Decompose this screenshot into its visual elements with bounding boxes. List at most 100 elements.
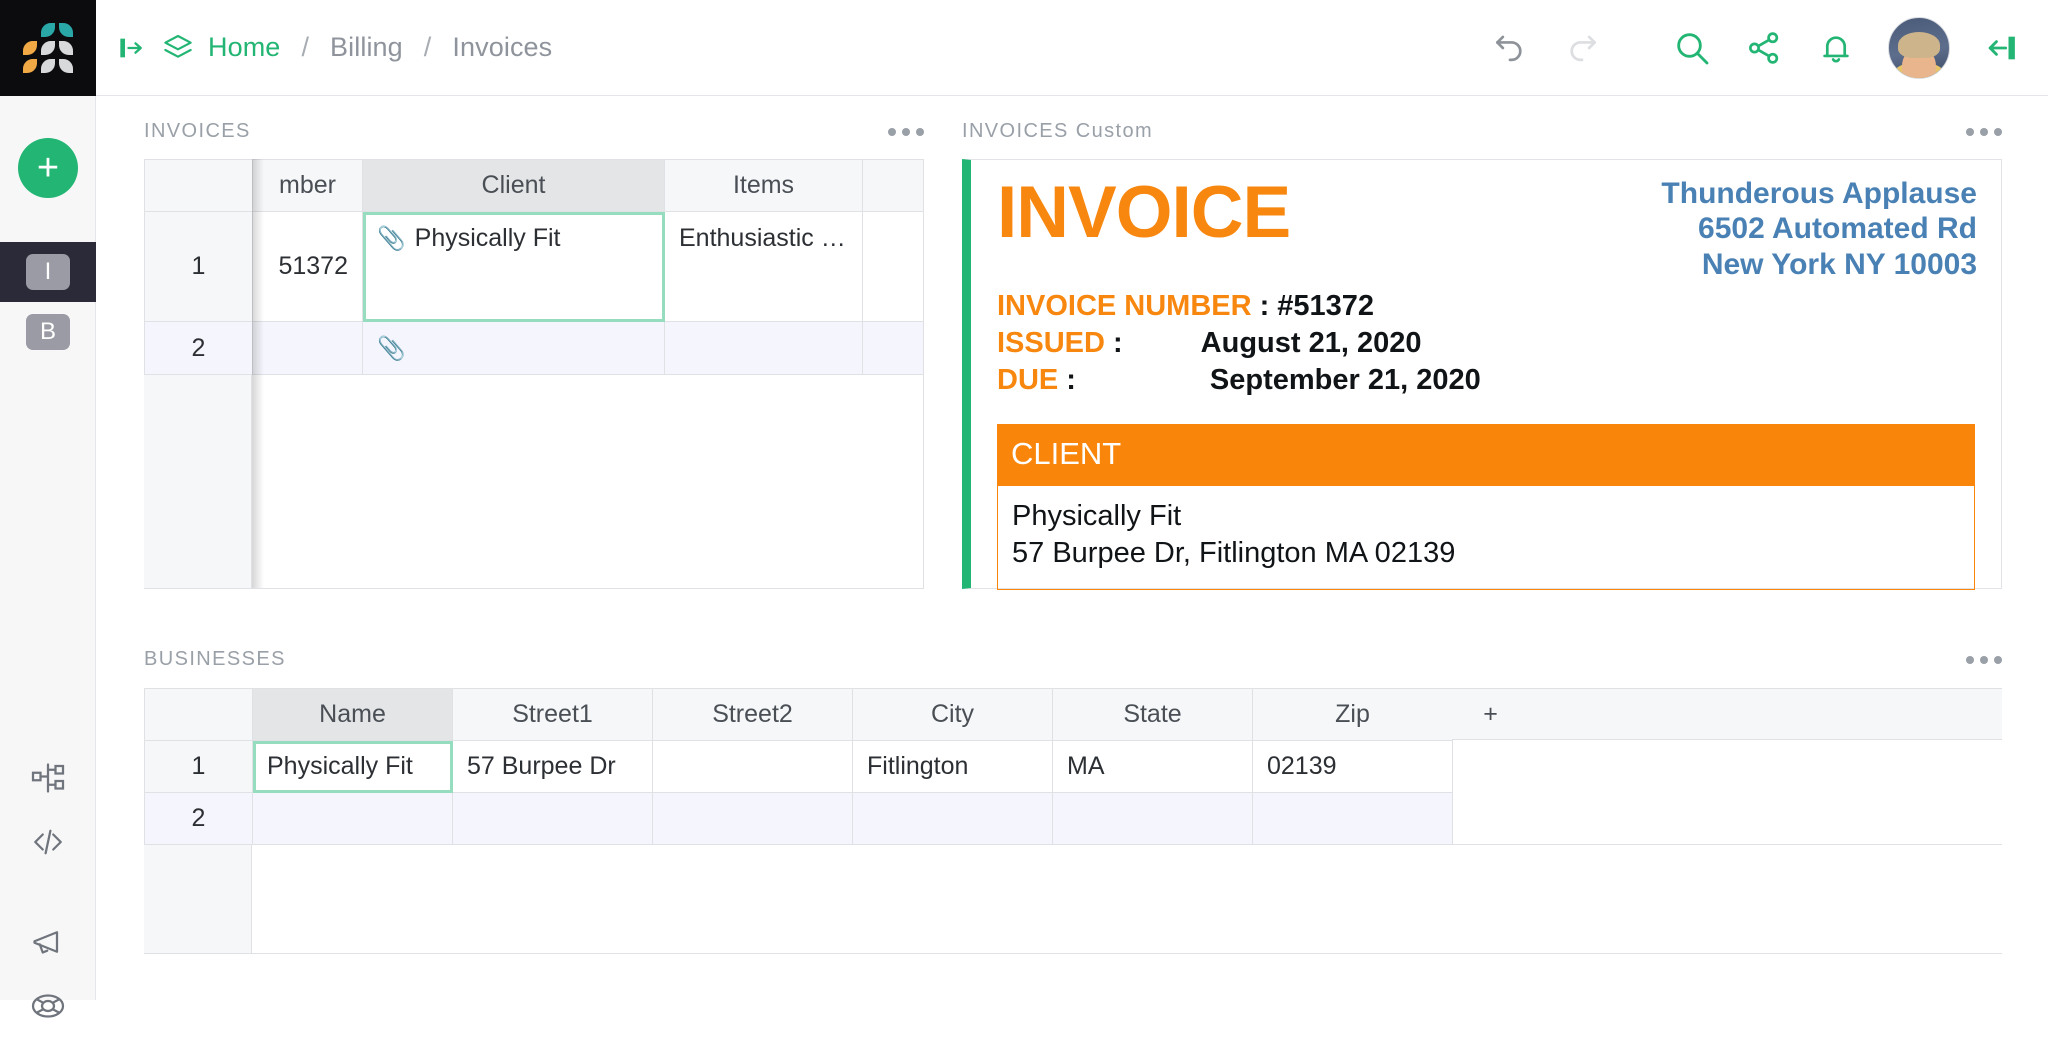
- businesses-col-zip[interactable]: Zip: [1253, 689, 1453, 741]
- invoices-row-1-number[interactable]: 51372: [253, 212, 363, 322]
- breadcrumb-home[interactable]: Home: [208, 32, 280, 63]
- businesses-row-1-city[interactable]: Fitlington: [853, 741, 1053, 793]
- invoices-col-number[interactable]: mber: [253, 160, 363, 212]
- invoices-row-1-number-gutter[interactable]: 1: [145, 212, 253, 322]
- businesses-panel-title: BUSINESSES: [144, 648, 286, 671]
- invoices-row-2-number[interactable]: [253, 322, 363, 375]
- expand-panel-icon[interactable]: [118, 34, 148, 62]
- businesses-row-1-name[interactable]: Physically Fit: [253, 741, 453, 793]
- invoices-col-items[interactable]: Items: [665, 160, 863, 212]
- businesses-row-1-street2[interactable]: [653, 741, 853, 793]
- invoices-row-1-extra[interactable]: [863, 212, 925, 322]
- businesses-row-2-street2[interactable]: [653, 793, 853, 845]
- invoice-preview-card[interactable]: INVOICE Thunderous Applause 6502 Automat…: [962, 159, 2002, 589]
- businesses-table-row[interactable]: 2: [145, 793, 1455, 845]
- invoices-table-row[interactable]: 1 51372 📎Physically Fit Enthusiastic …: [145, 212, 925, 322]
- paperclip-icon: 📎: [377, 335, 406, 361]
- invoices-panel-header: INVOICES: [144, 120, 924, 143]
- invoice-field-issued-sep: :: [1113, 325, 1123, 362]
- invoice-client-name: Physically Fit: [1012, 498, 1960, 536]
- collapse-right-panel-icon[interactable]: [1964, 12, 2036, 84]
- invoice-field-number-label: INVOICE NUMBER: [997, 288, 1252, 325]
- search-button[interactable]: [1656, 12, 1728, 84]
- businesses-row-2-city[interactable]: [853, 793, 1053, 845]
- announcements-icon[interactable]: [0, 910, 96, 974]
- invoice-client-body: Physically Fit 57 Burpee Dr, Fitlington …: [997, 486, 1975, 590]
- notifications-button[interactable]: [1800, 12, 1872, 84]
- businesses-row-2-state[interactable]: [1053, 793, 1253, 845]
- businesses-header-row: Name Street1 Street2 City State Zip: [145, 689, 1455, 741]
- code-icon[interactable]: [0, 810, 96, 874]
- breadcrumb-billing[interactable]: Billing: [330, 32, 403, 63]
- avatar[interactable]: [1888, 17, 1950, 79]
- invoice-field-number-value: #51372: [1277, 288, 1374, 325]
- businesses-row-1-street1[interactable]: 57 Burpee Dr: [453, 741, 653, 793]
- invoices-overflow-menu-icon[interactable]: [888, 128, 924, 136]
- invoices-row-2-extra[interactable]: [863, 322, 925, 375]
- businesses-row-2-name[interactable]: [253, 793, 453, 845]
- invoice-from-line-3: New York NY 10003: [1661, 247, 1977, 282]
- businesses-row-2-gutter[interactable]: 2: [145, 793, 253, 845]
- businesses-row-1-state[interactable]: MA: [1053, 741, 1253, 793]
- businesses-col-name[interactable]: Name: [253, 689, 453, 741]
- share-button[interactable]: [1728, 12, 1800, 84]
- undo-button[interactable]: [1474, 12, 1546, 84]
- businesses-table-row[interactable]: 1 Physically Fit 57 Burpee Dr Fitlington…: [145, 741, 1455, 793]
- businesses-col-state[interactable]: State: [1053, 689, 1253, 741]
- businesses-empty-area[interactable]: [252, 844, 2002, 954]
- businesses-col-street1[interactable]: Street1: [453, 689, 653, 741]
- invoice-from-line-1: Thunderous Applause: [1661, 176, 1977, 211]
- add-button-label: +: [37, 149, 59, 187]
- invoices-header-row: mber Client Items: [145, 160, 925, 212]
- invoices-row-2-items[interactable]: [665, 322, 863, 375]
- businesses-col-city[interactable]: City: [853, 689, 1053, 741]
- businesses-overflow-menu-icon[interactable]: [1966, 656, 2002, 664]
- invoice-preview-title: INVOICES Custom: [962, 120, 1153, 143]
- invoices-row-1-client[interactable]: 📎Physically Fit: [363, 212, 665, 322]
- businesses-add-column-button[interactable]: +: [1452, 688, 1530, 740]
- invoices-col-client[interactable]: Client: [363, 160, 665, 212]
- sidebar-item-invoices-badge: I: [26, 254, 70, 290]
- businesses-table[interactable]: Name Street1 Street2 City State Zip 1 Ph…: [144, 688, 1455, 845]
- invoice-fields: INVOICE NUMBER : #51372 ISSUED : August …: [997, 288, 1977, 399]
- businesses-table-wrapper[interactable]: Name Street1 Street2 City State Zip 1 Ph…: [144, 688, 2002, 954]
- invoices-table-wrapper[interactable]: mber Client Items 1 51372 📎Physically Fi…: [144, 159, 924, 589]
- businesses-col-rownum[interactable]: [145, 689, 253, 741]
- invoice-field-number-sep: :: [1260, 288, 1270, 325]
- invoices-col-rownum[interactable]: [145, 160, 253, 212]
- invoice-field-due-label: DUE: [997, 362, 1058, 399]
- top-bar-actions: [1474, 12, 2048, 84]
- sidebar-item-businesses[interactable]: B: [0, 302, 96, 362]
- invoices-col-extra[interactable]: [863, 160, 925, 212]
- invoices-panel-title: INVOICES: [144, 120, 251, 143]
- invoices-table-row[interactable]: 2 📎: [145, 322, 925, 375]
- invoice-from-line-2: 6502 Automated Rd: [1661, 211, 1977, 246]
- businesses-row-2-street1[interactable]: [453, 793, 653, 845]
- invoice-field-due-value: September 21, 2020: [1210, 362, 1481, 399]
- add-button[interactable]: +: [18, 138, 78, 198]
- invoices-row-2-number-gutter[interactable]: 2: [145, 322, 253, 375]
- breadcrumb-invoices[interactable]: Invoices: [452, 32, 552, 63]
- businesses-panel-header: BUSINESSES: [144, 648, 2002, 671]
- invoice-field-due-sep: :: [1066, 362, 1076, 399]
- sidebar-item-businesses-badge: B: [26, 314, 70, 350]
- invoices-row-1-items[interactable]: Enthusiastic …: [665, 212, 863, 322]
- redo-button[interactable]: [1546, 12, 1618, 84]
- businesses-row-1-zip[interactable]: 02139: [1253, 741, 1453, 793]
- layers-icon[interactable]: [162, 32, 194, 64]
- help-icon[interactable]: [0, 974, 96, 1038]
- logo-grid: [23, 23, 73, 73]
- businesses-row-1-gutter[interactable]: 1: [145, 741, 253, 793]
- invoices-empty-area[interactable]: [144, 374, 924, 589]
- app-logo[interactable]: [0, 0, 96, 96]
- invoices-row-2-client[interactable]: 📎: [363, 322, 665, 375]
- invoices-table[interactable]: mber Client Items 1 51372 📎Physically Fi…: [144, 159, 924, 375]
- schema-icon[interactable]: [0, 746, 96, 810]
- businesses-row-2-zip[interactable]: [1253, 793, 1453, 845]
- businesses-empty-gutter: [144, 844, 252, 954]
- businesses-col-street2[interactable]: Street2: [653, 689, 853, 741]
- sidebar-item-invoices[interactable]: I: [0, 242, 96, 302]
- invoice-preview-overflow-menu-icon[interactable]: [1966, 128, 2002, 136]
- invoice-client-block: CLIENT Physically Fit 57 Burpee Dr, Fitl…: [997, 424, 1975, 590]
- invoice-client-header: CLIENT: [997, 424, 1975, 486]
